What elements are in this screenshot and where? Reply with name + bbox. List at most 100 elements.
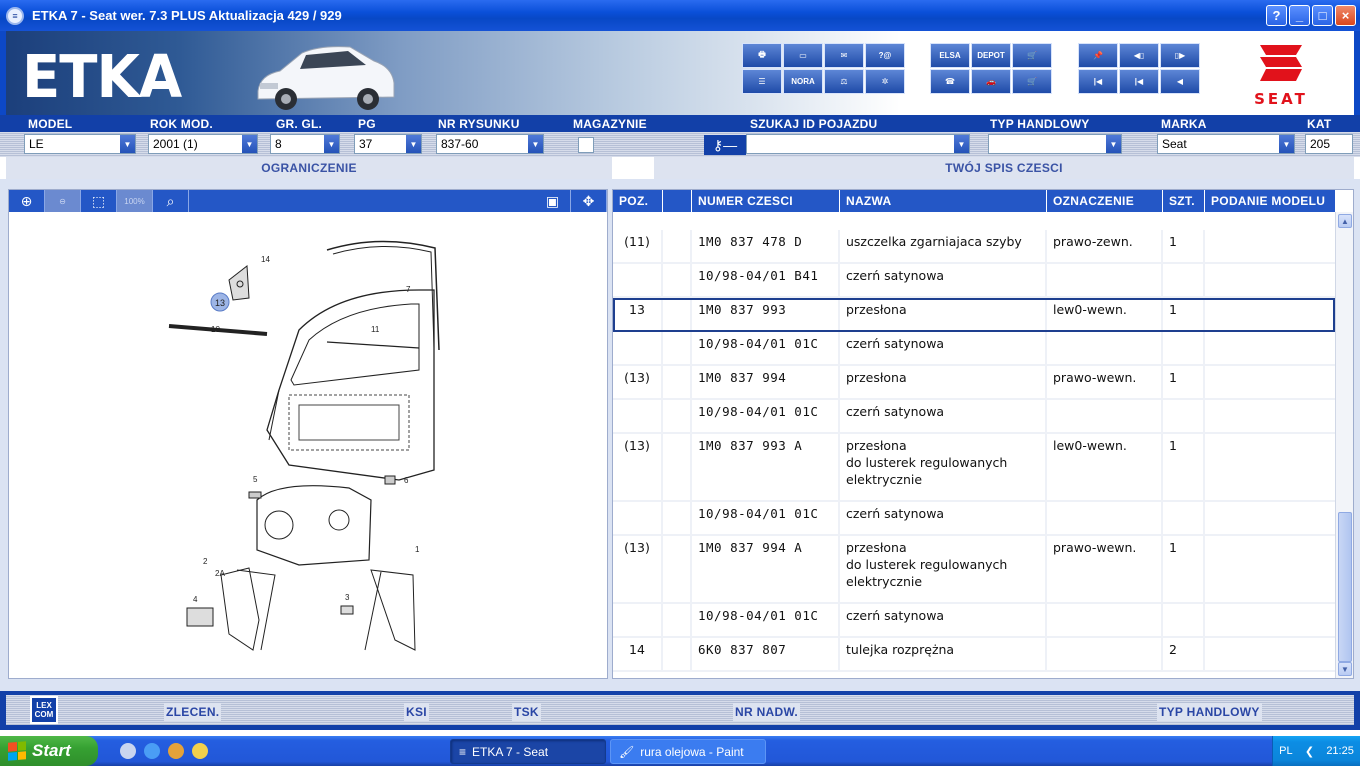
kat-field[interactable]: 205 [1305, 134, 1353, 154]
scale-icon[interactable]: ⚖ [824, 69, 864, 94]
table-row[interactable]: 10/98-04/01 01C czerń satynowa [613, 332, 1335, 366]
gr-gl-select[interactable]: 8 ▼ [270, 134, 340, 154]
zlecen-button[interactable]: ZLECEN. [164, 703, 222, 721]
task-paint[interactable]: 🖌 rura olejowa - Paint [610, 739, 766, 764]
callout-4[interactable]: 4 [193, 595, 198, 604]
show-desktop-icon[interactable] [120, 743, 136, 759]
col-numer-czesci[interactable]: NUMER CZESCI [692, 190, 840, 212]
chevron-down-icon[interactable]: ▼ [1105, 135, 1121, 153]
chevron-down-icon[interactable]: ▼ [119, 135, 135, 153]
typ-handlowy-button[interactable]: TYP HANDLOWY [1157, 703, 1262, 721]
messenger-icon[interactable] [168, 743, 184, 759]
back-step-icon[interactable]: |◀ [1119, 69, 1159, 94]
ograniczenie-header[interactable]: OGRANICZENIE [6, 157, 612, 179]
depot-icon[interactable]: DEPOT [971, 43, 1011, 68]
maximize-button[interactable]: □ [1312, 5, 1333, 26]
print-icon[interactable]: 🖶 [742, 43, 782, 68]
zoom-out-icon[interactable]: ⊖ [45, 190, 81, 212]
table-row[interactable]: 14 6K0 837 807 tulejka rozprężna 2 [613, 638, 1335, 672]
chevron-down-icon[interactable]: ▼ [241, 135, 257, 153]
model-select[interactable]: LE ▼ [24, 134, 136, 154]
callout-1[interactable]: 1 [415, 545, 420, 554]
search-icon[interactable]: ⌕ [153, 190, 189, 212]
pin-icon[interactable]: 📌 [1078, 43, 1118, 68]
table-row[interactable]: 10/98-04/01 01C czerń satynowa [613, 604, 1335, 638]
table-row[interactable]: 13 1M0 837 993 przesłona lew0-wewn. 1 [613, 298, 1335, 332]
callout-2a[interactable]: 2A [215, 569, 225, 578]
monitor-icon[interactable]: ▭ [783, 43, 823, 68]
table-row[interactable]: (13) 1M0 837 994 A przesłona do lusterek re… [613, 536, 1335, 604]
scroll-up-icon[interactable]: ▲ [1338, 214, 1352, 228]
callout-11[interactable]: 11 [371, 325, 380, 334]
ie-icon[interactable] [144, 743, 160, 759]
media-player-icon[interactable] [192, 743, 208, 759]
chevron-down-icon[interactable]: ▼ [1278, 135, 1294, 153]
task-etka[interactable]: ≡ ETKA 7 - Seat [450, 739, 606, 764]
nr-rysunku-select[interactable]: 837-60 ▼ [436, 134, 544, 154]
elsa-icon[interactable]: ELSA [930, 43, 970, 68]
thumbnails-icon[interactable]: ▣ [535, 190, 571, 212]
cart-add-icon[interactable]: 🛒 [1012, 43, 1052, 68]
marka-select[interactable]: Seat ▼ [1157, 134, 1295, 154]
table-row[interactable]: (11) 1M0 837 478 Duszczelka zgarniajaca s… [613, 230, 1335, 264]
chevron-down-icon[interactable]: ▼ [527, 135, 543, 153]
ksi-button[interactable]: KSI [404, 703, 429, 721]
col-oznaczenie[interactable]: OZNACZENIE [1047, 190, 1163, 212]
page-next-icon[interactable]: ▯▶ [1160, 43, 1200, 68]
table-row[interactable]: (13) 1M0 837 993 A przesłona do lusterek re… [613, 434, 1335, 502]
szukaj-id-select[interactable]: ▼ [746, 134, 970, 154]
callout-10[interactable]: 10 [211, 325, 220, 334]
nora-icon[interactable]: NORA [783, 69, 823, 94]
callout-13[interactable]: 13 [215, 298, 225, 308]
zoom-area-icon[interactable]: ⬚ [81, 190, 117, 212]
spis-czesci-header[interactable]: TWÓJ SPIS CZESCI [654, 157, 1354, 179]
table-row[interactable]: 10/98-04/01 01C czerń satynowa [613, 502, 1335, 536]
typ-handlowy-select[interactable]: ▼ [988, 134, 1122, 154]
table-row[interactable]: 10/98-04/01 01C czerń satynowa [613, 400, 1335, 434]
callout-6[interactable]: 6 [404, 476, 409, 485]
callout-3[interactable]: 3 [345, 593, 350, 602]
vehicle-icon[interactable]: 🚗 [971, 69, 1011, 94]
first-icon[interactable]: |◀ [1078, 69, 1118, 94]
tsk-button[interactable]: TSK [512, 703, 541, 721]
tray-arrow-icon[interactable]: ❮ [1305, 745, 1314, 758]
magazynie-checkbox[interactable] [578, 137, 594, 153]
move-icon[interactable]: ✥ [571, 190, 607, 212]
pg-select[interactable]: 37 ▼ [354, 134, 422, 154]
callout-14[interactable]: 14 [261, 255, 270, 264]
table-row[interactable]: 10/98-04/01 B41 czerń satynowa [613, 264, 1335, 298]
nr-nadw-button[interactable]: NR NADW. [733, 703, 801, 721]
language-indicator[interactable]: PL [1279, 745, 1292, 757]
zoom-in-icon[interactable]: ⊕ [9, 190, 45, 212]
key-icon[interactable]: ⚷— [704, 135, 746, 155]
parts-scrollbar[interactable]: ▲ ▼ [1335, 212, 1353, 678]
callout-2[interactable]: 2 [203, 557, 208, 566]
close-button[interactable]: × [1335, 5, 1356, 26]
chevron-down-icon[interactable]: ▼ [323, 135, 339, 153]
help-button[interactable]: ? [1266, 5, 1287, 26]
wheel-icon[interactable]: ✲ [865, 69, 905, 94]
table-row[interactable]: (13) 1M0 837 994 przesłona prawo-wewn. 1 [613, 366, 1335, 400]
callout-7[interactable]: 7 [406, 285, 411, 294]
minimize-button[interactable]: _ [1289, 5, 1310, 26]
zoom-100-icon[interactable]: 100% [117, 190, 153, 212]
scroll-thumb[interactable] [1338, 512, 1352, 662]
start-button[interactable]: Start [0, 736, 98, 766]
chevron-down-icon[interactable]: ▼ [953, 135, 969, 153]
back-icon[interactable]: ◀ [1160, 69, 1200, 94]
page-prev-icon[interactable]: ◀▯ [1119, 43, 1159, 68]
col-flag[interactable] [663, 190, 692, 212]
chevron-down-icon[interactable]: ▼ [405, 135, 421, 153]
callout-5[interactable]: 5 [253, 475, 258, 484]
list-icon[interactable]: ☰ [742, 69, 782, 94]
help-mail-icon[interactable]: ?@ [865, 43, 905, 68]
col-nazwa[interactable]: NAZWA [840, 190, 1047, 212]
col-poz[interactable]: POZ. [613, 190, 663, 212]
phone-icon[interactable]: ☎ [930, 69, 970, 94]
cart-icon[interactable]: 🛒 [1012, 69, 1052, 94]
col-szt[interactable]: SZT. [1163, 190, 1205, 212]
scroll-down-icon[interactable]: ▼ [1338, 662, 1352, 676]
lexcom-logo[interactable]: LEX COM [30, 696, 58, 724]
handshake-icon[interactable]: ✉ [824, 43, 864, 68]
rok-mod-select[interactable]: 2001 (1) ▼ [148, 134, 258, 154]
